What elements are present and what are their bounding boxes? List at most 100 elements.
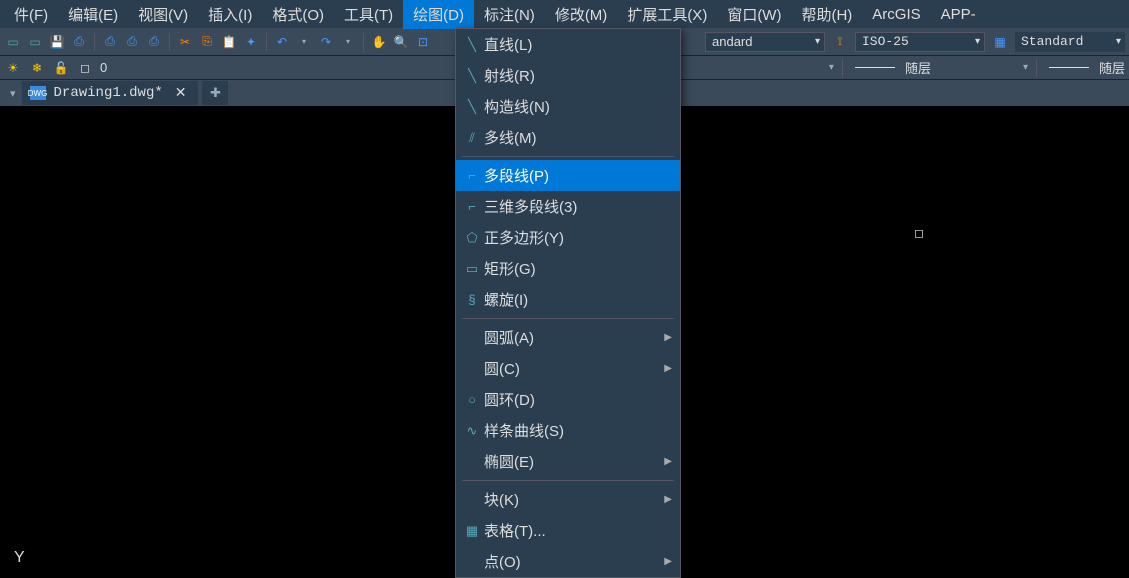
linetype-dropdown-arrow[interactable]: ▾: [1023, 62, 1028, 73]
tablestyle-icon[interactable]: ▦: [991, 33, 1009, 51]
copy-icon[interactable]: ⎘: [198, 33, 216, 51]
draw-menu-dropdown: ╲直线(L)╲射线(R)╲构造线(N)⫽多线(M)⌐多段线(P)⌐三维多段线(3…: [455, 28, 681, 578]
sun-icon[interactable]: ☀: [4, 59, 22, 77]
lock-icon[interactable]: 🔓: [52, 59, 70, 77]
separator: [266, 33, 267, 51]
zoom-icon[interactable]: 🔍: [392, 33, 410, 51]
lineweight-preview: [1049, 67, 1089, 68]
menu-item-icon: ▭: [460, 261, 484, 277]
submenu-arrow-icon: ▶: [664, 363, 672, 374]
separator: [363, 33, 364, 51]
menu-separator: [462, 156, 674, 157]
brush-icon[interactable]: ✦: [242, 33, 260, 51]
menu-item-label: 多段线(P): [484, 165, 672, 186]
menu-app[interactable]: APP-: [931, 2, 986, 27]
redo-icon[interactable]: ↷: [317, 33, 335, 51]
submenu-arrow-icon: ▶: [664, 332, 672, 343]
draw-menu-item[interactable]: 点(O)▶: [456, 546, 680, 577]
draw-menu-item[interactable]: §螺旋(I): [456, 284, 680, 315]
undo-icon[interactable]: ↶: [273, 33, 291, 51]
draw-menu-item[interactable]: ╲构造线(N): [456, 91, 680, 122]
draw-menu-item[interactable]: 圆弧(A)▶: [456, 322, 680, 353]
draw-menu-item[interactable]: 块(K)▶: [456, 484, 680, 515]
close-tab-icon[interactable]: ✕: [171, 85, 191, 102]
menu-item-label: 三维多段线(3): [484, 196, 672, 217]
dimstyle-icon[interactable]: ⟟: [831, 33, 849, 51]
menu-edit[interactable]: 编辑(E): [58, 0, 128, 29]
separator: [1036, 59, 1037, 77]
draw-menu-item[interactable]: ╲直线(L): [456, 29, 680, 60]
open-icon[interactable]: ▭: [26, 33, 44, 51]
submenu-arrow-icon: ▶: [664, 556, 672, 567]
submenu-arrow-icon: ▶: [664, 494, 672, 505]
submenu-arrow-icon: ▶: [664, 456, 672, 467]
snowflake-icon[interactable]: ❄: [28, 59, 46, 77]
draw-menu-item[interactable]: ▦表格(T)...: [456, 515, 680, 546]
menu-modify[interactable]: 修改(M): [545, 0, 618, 29]
menu-help[interactable]: 帮助(H): [791, 0, 862, 29]
new-icon[interactable]: ▭: [4, 33, 22, 51]
save-icon[interactable]: 💾: [48, 33, 66, 51]
color-dropdown-arrow[interactable]: ▾: [829, 62, 834, 73]
linetype-label: 随层: [905, 58, 931, 77]
menu-item-label: 射线(R): [484, 65, 672, 86]
dwg-icon: DWG: [30, 86, 46, 100]
menu-arcgis[interactable]: ArcGIS: [862, 2, 930, 27]
menu-item-icon: §: [460, 292, 484, 307]
draw-menu-item[interactable]: ⫽多线(M): [456, 122, 680, 153]
menu-item-label: 正多边形(Y): [484, 227, 672, 248]
menu-item-icon: ⫽: [460, 130, 484, 146]
menu-insert[interactable]: 插入(I): [198, 0, 262, 29]
undo-dropdown-icon[interactable]: ▾: [295, 33, 313, 51]
tablestyle-dropdown[interactable]: Standard: [1015, 32, 1125, 52]
menu-draw[interactable]: 绘图(D): [403, 0, 474, 29]
draw-menu-item[interactable]: ○圆环(D): [456, 384, 680, 415]
menu-window[interactable]: 窗口(W): [717, 0, 791, 29]
menu-annotate[interactable]: 标注(N): [474, 0, 545, 29]
draw-menu-item[interactable]: ▭矩形(G): [456, 253, 680, 284]
menu-tools[interactable]: 工具(T): [334, 0, 403, 29]
menu-item-label: 椭圆(E): [484, 451, 664, 472]
pan-icon[interactable]: ✋: [370, 33, 388, 51]
dimstyle-dropdown[interactable]: ISO-25: [855, 32, 985, 52]
draw-menu-item[interactable]: ∿样条曲线(S): [456, 415, 680, 446]
new-tab-button[interactable]: ✚: [202, 81, 228, 105]
draw-menu-item[interactable]: ⌐多段线(P): [456, 160, 680, 191]
menu-item-label: 表格(T)...: [484, 520, 672, 541]
draw-menu-item[interactable]: ╲射线(R): [456, 60, 680, 91]
ucs-y-axis-icon: Y: [14, 549, 25, 567]
menu-file[interactable]: 件(F): [4, 0, 58, 29]
preview-icon[interactable]: ⎙: [123, 33, 141, 51]
plot-icon[interactable]: ⎙: [145, 33, 163, 51]
draw-menu-item[interactable]: ⌐三维多段线(3): [456, 191, 680, 222]
linetype-preview: [855, 67, 895, 68]
file-tab[interactable]: DWG Drawing1.dwg* ✕: [22, 81, 199, 105]
menu-item-icon: ▦: [460, 523, 484, 539]
print-icon[interactable]: ⎙: [101, 33, 119, 51]
menu-view[interactable]: 视图(V): [128, 0, 198, 29]
layer-name: 0: [100, 60, 107, 75]
menu-format[interactable]: 格式(O): [262, 0, 334, 29]
menubar: 件(F) 编辑(E) 视图(V) 插入(I) 格式(O) 工具(T) 绘图(D)…: [0, 0, 1129, 28]
zoom-extents-icon[interactable]: ⊡: [414, 33, 432, 51]
menu-item-icon: ∿: [460, 423, 484, 439]
menu-item-icon: ⬠: [460, 230, 484, 246]
menu-item-label: 圆(C): [484, 358, 664, 379]
saveall-icon[interactable]: ⎙: [70, 33, 88, 51]
tab-scroll-icon[interactable]: ▾: [4, 87, 22, 100]
menu-item-label: 块(K): [484, 489, 664, 510]
draw-menu-item[interactable]: 圆(C)▶: [456, 353, 680, 384]
cut-icon[interactable]: ✂: [176, 33, 194, 51]
draw-menu-item[interactable]: 椭圆(E)▶: [456, 446, 680, 477]
redo-dropdown-icon[interactable]: ▾: [339, 33, 357, 51]
paste-icon[interactable]: 📋: [220, 33, 238, 51]
box-icon[interactable]: ◻: [76, 59, 94, 77]
menu-item-icon: ╲: [460, 68, 484, 84]
menu-extend[interactable]: 扩展工具(X): [617, 0, 717, 29]
textstyle-dropdown[interactable]: andard: [705, 32, 825, 52]
separator: [94, 33, 95, 51]
file-tab-label: Drawing1.dwg*: [54, 85, 163, 101]
menu-item-label: 多线(M): [484, 127, 672, 148]
draw-menu-item[interactable]: ⬠正多边形(Y): [456, 222, 680, 253]
menu-item-icon: ⌐: [460, 168, 484, 183]
